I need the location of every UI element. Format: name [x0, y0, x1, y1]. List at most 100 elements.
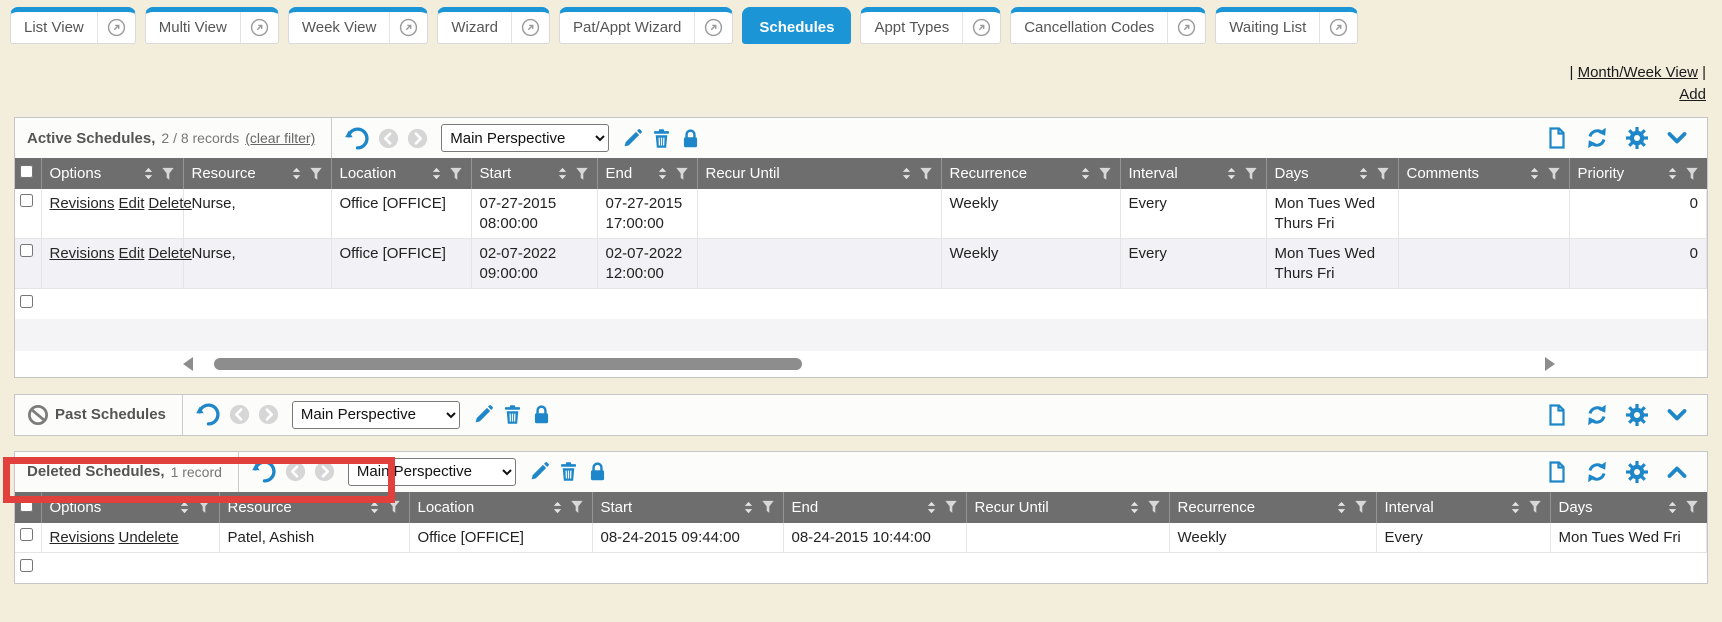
perspective-select[interactable]: Main Perspective	[441, 124, 609, 152]
lock-perspective-button[interactable]	[680, 128, 701, 149]
filter-icon[interactable]	[575, 167, 589, 181]
revisions-link[interactable]: Revisions	[50, 529, 115, 546]
collapse-panel-button[interactable]	[1665, 126, 1689, 150]
filter-icon[interactable]	[1528, 500, 1542, 514]
col-header-resource[interactable]: Resource	[219, 492, 409, 523]
col-header-resource[interactable]: Resource	[183, 158, 331, 189]
popout-icon[interactable]	[1168, 12, 1205, 43]
reload-grid-button[interactable]	[1585, 403, 1609, 427]
edit-perspective-button[interactable]	[529, 461, 550, 482]
filter-icon[interactable]	[570, 500, 584, 514]
next-page-button[interactable]	[314, 461, 335, 482]
sort-icon[interactable]	[1666, 167, 1679, 180]
refresh-button[interactable]	[196, 402, 221, 427]
scroll-left-arrow[interactable]	[183, 357, 193, 371]
reload-grid-button[interactable]	[1585, 460, 1609, 484]
collapse-panel-button[interactable]	[1665, 460, 1689, 484]
document-button[interactable]	[1545, 126, 1569, 150]
sort-icon[interactable]	[556, 167, 569, 180]
reload-grid-button[interactable]	[1585, 126, 1609, 150]
filter-icon[interactable]	[944, 500, 958, 514]
delete-link[interactable]: Delete	[148, 195, 191, 212]
popout-icon[interactable]	[1320, 12, 1357, 43]
filter-icon[interactable]	[761, 500, 775, 514]
filter-icon[interactable]	[1244, 167, 1258, 181]
col-header-recur-until[interactable]: Recur Until	[697, 158, 941, 189]
popout-icon[interactable]	[512, 12, 549, 43]
row-checkbox[interactable]	[20, 244, 33, 257]
settings-gear-button[interactable]	[1625, 460, 1649, 484]
sort-icon[interactable]	[925, 501, 938, 514]
col-header-recur-until[interactable]: Recur Until	[966, 492, 1169, 523]
perspective-select[interactable]: Main Perspective	[292, 401, 460, 429]
sort-icon[interactable]	[1335, 501, 1348, 514]
delete-perspective-button[interactable]	[651, 128, 672, 149]
col-header-days[interactable]: Days	[1266, 158, 1398, 189]
tab-list-view[interactable]: List View	[10, 7, 136, 44]
filter-icon[interactable]	[449, 167, 463, 181]
select-all-checkbox[interactable]	[20, 165, 33, 178]
popout-icon[interactable]	[695, 12, 732, 43]
filter-icon[interactable]	[161, 167, 175, 181]
tab-multi-view[interactable]: Multi View	[145, 7, 279, 44]
sort-icon[interactable]	[178, 501, 191, 514]
scrollbar-thumb[interactable]	[214, 358, 802, 370]
next-page-button[interactable]	[407, 128, 428, 149]
prev-page-button[interactable]	[285, 461, 306, 482]
tab-week-view[interactable]: Week View	[288, 7, 428, 44]
filter-icon[interactable]	[1147, 500, 1161, 514]
sort-icon[interactable]	[1509, 501, 1522, 514]
row-checkbox[interactable]	[20, 295, 33, 308]
lock-perspective-button[interactable]	[587, 461, 608, 482]
filter-icon[interactable]	[1098, 167, 1112, 181]
delete-perspective-button[interactable]	[502, 404, 523, 425]
expand-panel-button[interactable]	[1665, 403, 1689, 427]
scrollbar-track[interactable]	[201, 357, 1537, 371]
sort-icon[interactable]	[742, 501, 755, 514]
col-header-start[interactable]: Start	[592, 492, 783, 523]
tab-cancellation-codes[interactable]: Cancellation Codes	[1010, 7, 1206, 44]
col-header-location[interactable]: Location	[409, 492, 592, 523]
sort-icon[interactable]	[1225, 167, 1238, 180]
col-header-recurrence[interactable]: Recurrence	[941, 158, 1120, 189]
filter-icon[interactable]	[1685, 500, 1699, 514]
document-button[interactable]	[1545, 460, 1569, 484]
sort-icon[interactable]	[656, 167, 669, 180]
col-header-priority[interactable]: Priority	[1569, 158, 1707, 189]
filter-icon[interactable]	[197, 500, 211, 514]
tab-schedules[interactable]: Schedules	[742, 7, 851, 44]
row-checkbox[interactable]	[20, 194, 33, 207]
sort-icon[interactable]	[142, 167, 155, 180]
col-header-end[interactable]: End	[783, 492, 966, 523]
perspective-select[interactable]: Main Perspective	[348, 458, 516, 486]
delete-perspective-button[interactable]	[558, 461, 579, 482]
popout-icon[interactable]	[390, 12, 427, 43]
scroll-right-arrow[interactable]	[1545, 357, 1555, 371]
col-header-location[interactable]: Location	[331, 158, 471, 189]
month-week-view-link[interactable]: Month/Week View	[1578, 64, 1698, 81]
filter-icon[interactable]	[387, 500, 401, 514]
tab-waiting-list[interactable]: Waiting List	[1215, 7, 1358, 44]
sort-icon[interactable]	[551, 501, 564, 514]
tab-appt-types[interactable]: Appt Types	[860, 7, 1001, 44]
edit-link[interactable]: Edit	[119, 245, 145, 262]
settings-gear-button[interactable]	[1625, 126, 1649, 150]
filter-icon[interactable]	[919, 167, 933, 181]
row-checkbox[interactable]	[20, 559, 33, 572]
document-button[interactable]	[1545, 403, 1569, 427]
sort-icon[interactable]	[1128, 501, 1141, 514]
sort-icon[interactable]	[900, 167, 913, 180]
delete-link[interactable]: Delete	[148, 245, 191, 262]
revisions-link[interactable]: Revisions	[50, 195, 115, 212]
lock-perspective-button[interactable]	[531, 404, 552, 425]
prev-page-button[interactable]	[378, 128, 399, 149]
refresh-button[interactable]	[252, 459, 277, 484]
filter-icon[interactable]	[675, 167, 689, 181]
sort-icon[interactable]	[1666, 501, 1679, 514]
edit-perspective-button[interactable]	[473, 404, 494, 425]
col-header-days[interactable]: Days	[1550, 492, 1707, 523]
filter-icon[interactable]	[1376, 167, 1390, 181]
col-header-interval[interactable]: Interval	[1376, 492, 1550, 523]
popout-icon[interactable]	[963, 12, 1000, 43]
sort-icon[interactable]	[1528, 167, 1541, 180]
